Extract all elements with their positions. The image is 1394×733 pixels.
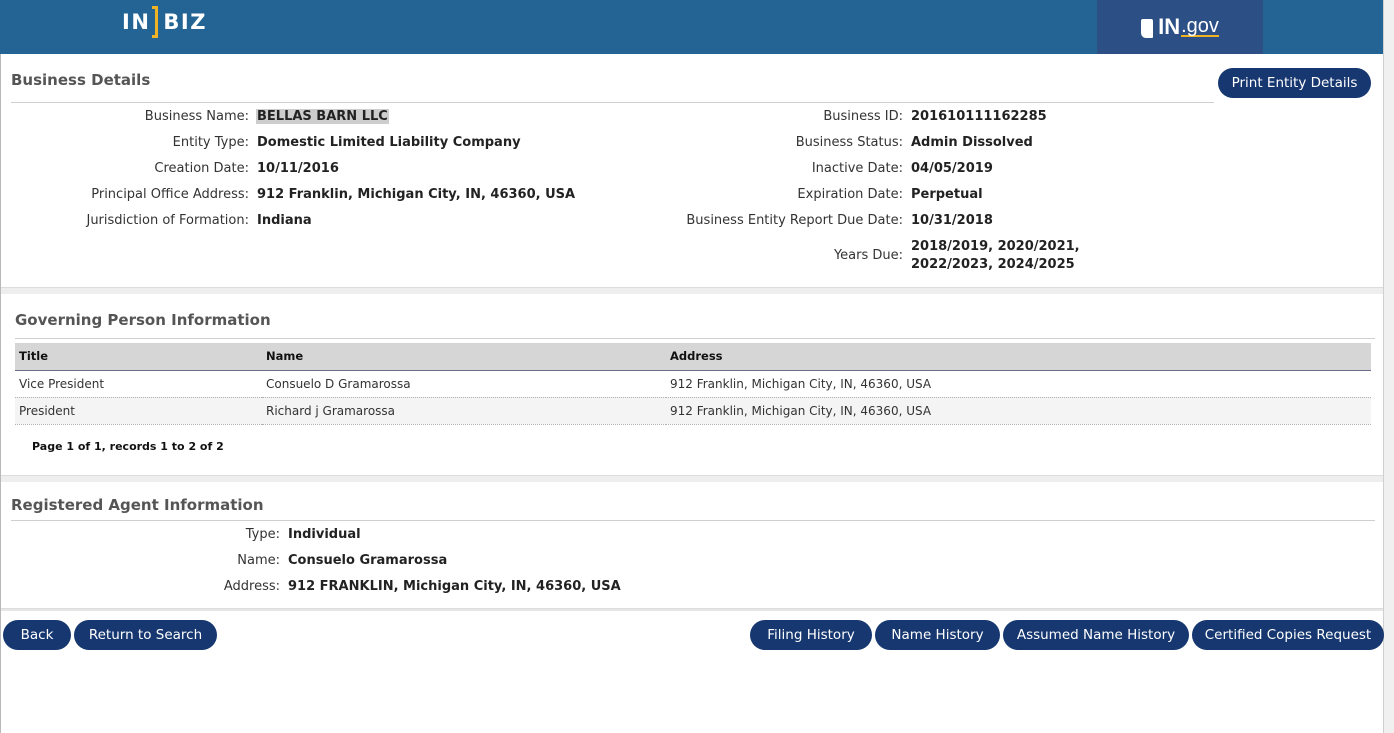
logo-bracket-icon: [152, 6, 159, 38]
back-button[interactable]: Back: [3, 620, 71, 650]
certified-copies-request-button[interactable]: Certified Copies Request: [1192, 620, 1384, 650]
inactive-date-value: 04/05/2019: [911, 161, 993, 176]
business-details-divider: [11, 102, 1214, 103]
print-entity-details-button[interactable]: Print Entity Details: [1218, 68, 1371, 98]
governing-person-table: Title Name Address Vice President Consue…: [15, 343, 1371, 425]
principal-office-address-value: 912 Franklin, Michigan City, IN, 46360, …: [257, 187, 576, 202]
table-header-row: Title Name Address: [15, 343, 1371, 371]
window-left-edge: [0, 54, 1, 733]
business-status-value: Admin Dissolved: [911, 135, 1033, 150]
registered-agent-divider: [11, 520, 1375, 521]
assumed-name-history-button[interactable]: Assumed Name History: [1003, 620, 1189, 650]
entity-type-value: Domestic Limited Liability Company: [257, 135, 521, 150]
expiration-date-value: Perpetual: [911, 187, 983, 202]
inactive-date-label: Inactive Date:: [811, 161, 903, 176]
name-history-button[interactable]: Name History: [875, 620, 1000, 650]
business-id-value: 201610111162285: [911, 109, 1047, 124]
ingov-gov-text: .gov: [1181, 15, 1219, 37]
return-to-search-button[interactable]: Return to Search: [74, 620, 217, 650]
top-header-bar: IN BIZ IN .gov: [0, 0, 1383, 54]
section-separator: [1, 608, 1383, 611]
column-header-title[interactable]: Title: [15, 343, 262, 371]
ingov-in-text: IN: [1158, 14, 1181, 39]
section-separator: [1, 287, 1383, 294]
table-cell-name: Consuelo D Gramarossa: [262, 370, 666, 398]
table-cell-address: 912 Franklin, Michigan City, IN, 46360, …: [666, 397, 1371, 425]
window-right-edge: [1383, 0, 1394, 733]
entity-type-label: Entity Type:: [172, 135, 249, 150]
agent-name-label: Name:: [237, 553, 280, 568]
governing-person-title: Governing Person Information: [15, 311, 271, 329]
expiration-date-label: Expiration Date:: [797, 187, 903, 202]
inbiz-logo[interactable]: IN BIZ: [122, 6, 207, 38]
business-details-title: Business Details: [11, 71, 151, 89]
governing-person-divider: [15, 338, 1375, 339]
filing-history-button[interactable]: Filing History: [750, 620, 872, 650]
ingov-logo[interactable]: IN .gov: [1097, 0, 1263, 54]
creation-date-label: Creation Date:: [154, 161, 249, 176]
pagination-status: Page 1 of 1, records 1 to 2 of 2: [32, 440, 224, 453]
table-cell-title: President: [15, 397, 262, 425]
report-due-date-value: 10/31/2018: [911, 213, 993, 228]
agent-address-value: 912 FRANKLIN, Michigan City, IN, 46360, …: [288, 579, 621, 594]
logo-biz-text: BIZ: [163, 10, 207, 34]
jurisdiction-label: Jurisdiction of Formation:: [86, 213, 249, 228]
business-name-label: Business Name:: [144, 109, 249, 124]
principal-office-address-label: Principal Office Address:: [91, 187, 249, 202]
business-status-label: Business Status:: [795, 135, 903, 150]
table-cell-name: Richard j Gramarossa: [262, 397, 666, 425]
report-due-date-label: Business Entity Report Due Date:: [686, 213, 903, 228]
creation-date-value: 10/11/2016: [257, 161, 339, 176]
table-row[interactable]: President Richard j Gramarossa 912 Frank…: [15, 397, 1371, 425]
registered-agent-title: Registered Agent Information: [11, 496, 264, 514]
agent-address-label: Address:: [223, 579, 280, 594]
column-header-address[interactable]: Address: [666, 343, 1371, 371]
agent-name-value: Consuelo Gramarossa: [288, 553, 448, 568]
business-name-value: BELLAS BARN LLC: [256, 109, 389, 124]
column-header-name[interactable]: Name: [262, 343, 666, 371]
agent-type-label: Type:: [245, 527, 280, 542]
table-cell-address: 912 Franklin, Michigan City, IN, 46360, …: [666, 370, 1371, 398]
section-separator: [1, 475, 1383, 482]
years-due-value: 2018/2019, 2020/2021, 2022/2023, 2024/20…: [911, 239, 1080, 272]
years-due-label: Years Due:: [833, 248, 903, 263]
business-id-label: Business ID:: [823, 109, 903, 124]
table-row[interactable]: Vice President Consuelo D Gramarossa 912…: [15, 370, 1371, 398]
jurisdiction-value: Indiana: [257, 213, 312, 228]
indiana-state-icon: [1141, 19, 1154, 38]
table-cell-title: Vice President: [15, 370, 262, 398]
agent-type-value: Individual: [288, 527, 361, 542]
logo-in-text: IN: [122, 10, 151, 34]
